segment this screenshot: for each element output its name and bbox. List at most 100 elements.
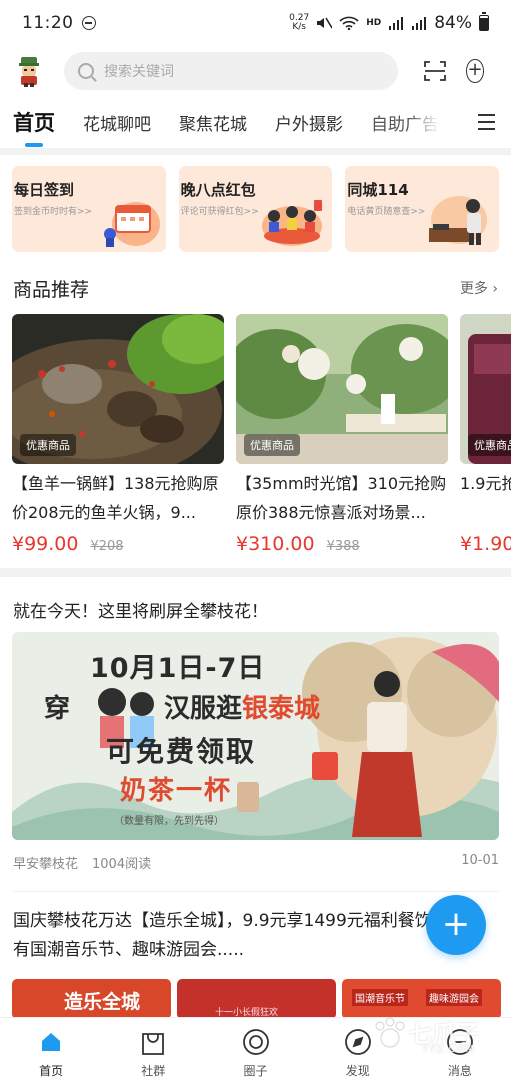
red-packet-illustration-icon — [262, 200, 323, 246]
compass-icon — [343, 1027, 373, 1057]
thumbnail-text: 国潮音乐节 — [352, 989, 408, 1006]
thumbnail-text: 趣味游园会 — [426, 989, 482, 1006]
nav-label: 首页 — [39, 1064, 64, 1078]
site-watermark: 七爪子 7YZ.COM — [372, 1010, 502, 1060]
more-label: 更多 — [459, 281, 488, 297]
watermark-sub: 7YZ.COM — [422, 1044, 475, 1055]
wifi-icon — [339, 16, 359, 30]
shortcut-cards: 每日签到 签到金币时时有>> 晚八点红包 评论可获得红包>> 同城114 电话黄… — [0, 155, 511, 263]
hd-label: HD — [366, 18, 382, 28]
goods-image: 优惠商品 — [236, 314, 448, 464]
net-speed: 0.27 K/s — [289, 13, 310, 32]
calendar-illustration-icon — [103, 202, 160, 247]
post-meta: 早安攀枝花 1004阅读 10-01 — [13, 853, 499, 872]
divider — [13, 891, 499, 892]
goods-original-price: ¥388 — [326, 539, 360, 554]
goods-badge: 优惠商品 — [20, 434, 76, 456]
shortcut-city-114[interactable]: 同城114 电话黄页随意查>> — [345, 166, 500, 252]
tab-focus[interactable]: 聚焦花城 — [179, 110, 247, 135]
goods-list: 优惠商品 【鱼羊一锅鲜】138元抢购原价208元的鱼羊火锅，9... ¥99.0… — [12, 314, 511, 555]
post-reads: 1004阅读 — [92, 857, 152, 872]
nav-home[interactable]: 首页 — [0, 1018, 102, 1080]
status-right: 0.27 K/s HD 84% — [289, 12, 489, 33]
goods-price: ¥99.00 — [12, 533, 79, 555]
banner-date: 10月1日-7日 — [90, 653, 266, 684]
create-post-button[interactable]: + — [426, 895, 486, 955]
circle-icon — [241, 1027, 271, 1057]
post-thumbnail[interactable]: 十一小长假狂欢 — [177, 979, 336, 1017]
goods-price: ¥1.90 — [460, 533, 511, 555]
add-button[interactable]: + — [450, 56, 484, 86]
banner-milk-tea: 奶茶一杯 — [120, 776, 233, 806]
thumbnail-text: 造乐全城 — [64, 991, 141, 1013]
banner-note: （数量有限，先到先得） — [114, 816, 224, 827]
goods-image: 优惠商品 — [460, 314, 511, 464]
paw-logo-icon — [375, 1017, 405, 1048]
banner-hanfu-text: 汉服逛 — [164, 694, 243, 724]
thumbnail-text: 十一小长假狂欢 — [215, 1008, 279, 1017]
banner-hanfu: 汉服逛银泰城 — [164, 688, 320, 725]
goods-section: 商品推荐 更多 › 优惠商品 【鱼羊一锅鲜】138元抢购原价208元的鱼羊火锅，… — [0, 263, 511, 568]
goods-price: ¥310.00 — [236, 533, 315, 555]
goods-price-row: ¥1.90 — [460, 533, 511, 555]
chevron-right-icon: › — [492, 281, 498, 297]
post-title[interactable]: 就在今天！这里将刷屏全攀枝花！ — [0, 577, 511, 622]
tab-self-ads[interactable]: 自助广告 — [371, 110, 439, 135]
signal-4g-icon — [389, 17, 404, 30]
search-input[interactable]: 搜索关键词 — [64, 52, 398, 90]
banner-wear: 穿 — [44, 694, 71, 724]
status-time: 11:20 — [22, 13, 74, 33]
shortcut-red-packet[interactable]: 晚八点红包 评论可获得红包>> — [178, 166, 333, 252]
scan-icon — [424, 61, 446, 81]
section-title: 商品推荐 — [13, 278, 90, 301]
do-not-disturb-icon — [81, 16, 96, 30]
goods-image: 优惠商品 — [12, 314, 224, 464]
nav-community[interactable]: 社群 — [102, 1018, 204, 1080]
banner-mall-text: 银泰城 — [242, 694, 321, 724]
status-bar: 11:20 0.27 K/s HD 84% — [0, 0, 511, 46]
post-thumbnail[interactable]: 造乐全城 — [12, 979, 171, 1017]
bag-icon — [138, 1027, 168, 1057]
goods-original-price: ¥208 — [90, 539, 124, 554]
more-link[interactable]: 更多 › — [460, 278, 498, 298]
tab-chat[interactable]: 花城聊吧 — [83, 110, 151, 135]
goods-price-row: ¥310.00 ¥388 — [236, 533, 448, 555]
menu-icon[interactable] — [478, 114, 495, 135]
nav-label: 圈子 — [243, 1064, 268, 1078]
goods-price-row: ¥99.00 ¥208 — [12, 533, 224, 555]
tab-photography[interactable]: 户外摄影 — [275, 110, 343, 135]
search-placeholder: 搜索关键词 — [104, 64, 174, 80]
battery-percent: 84% — [434, 13, 472, 33]
plus-circle-icon: + — [466, 59, 484, 83]
search-icon — [78, 63, 94, 79]
phone-desk-illustration-icon — [429, 196, 488, 245]
battery-icon — [479, 12, 489, 31]
goods-badge: 优惠商品 — [244, 434, 300, 456]
nav-label: 消息 — [447, 1064, 472, 1078]
goods-card[interactable]: 优惠商品 【35mm时光馆】310元抢购原价388元惊喜派对场景... ¥310… — [236, 314, 448, 555]
goods-name: 【鱼羊一锅鲜】138元抢购原价208元的鱼羊火锅，9... — [12, 474, 219, 522]
shortcut-daily-checkin[interactable]: 每日签到 签到金币时时有>> — [12, 166, 166, 252]
goods-card[interactable]: 优惠商品 1.9元抢王冷饮 ¥1.90 — [460, 314, 511, 555]
goods-name: 1.9元抢王冷饮 — [460, 474, 511, 493]
goods-name: 【35mm时光馆】310元抢购原价388元惊喜派对场景... — [236, 474, 447, 522]
nav-circle[interactable]: 圈子 — [204, 1018, 306, 1080]
post-date: 10-01 — [461, 853, 499, 868]
plus-icon: + — [441, 904, 471, 944]
post-banner[interactable]: 10月1日-7日 穿 汉服逛银泰城 可免费领取 奶茶一杯 （数量有限，先到先得） — [12, 632, 499, 840]
signal-e-icon — [412, 17, 427, 30]
goods-badge: 优惠商品 — [468, 434, 511, 456]
scan-button[interactable] — [420, 56, 450, 86]
post-title[interactable]: 国庆攀枝花万达【造乐全城】，9.9元享1499元福利餐饮券，更有国潮音乐节、趣味… — [13, 907, 499, 965]
mute-icon — [317, 17, 333, 29]
nav-label: 发现 — [345, 1064, 370, 1078]
banner-free: 可免费领取 — [106, 735, 257, 768]
top-header: 搜索关键词 + — [0, 46, 511, 96]
feed-section: 就在今天！这里将刷屏全攀枝花！ 10月1日-7日 穿 汉服逛银泰城 可免费领取 … — [0, 577, 511, 1017]
goods-header: 商品推荐 更多 › — [0, 263, 511, 313]
channel-tabs: 首页 花城聊吧 聚焦花城 户外摄影 自助广告 — [0, 96, 511, 148]
post-author[interactable]: 早安攀枝花 — [13, 853, 78, 872]
goods-card[interactable]: 优惠商品 【鱼羊一锅鲜】138元抢购原价208元的鱼羊火锅，9... ¥99.0… — [12, 314, 224, 555]
avatar[interactable] — [12, 54, 46, 88]
tab-home[interactable]: 首页 — [13, 107, 55, 137]
